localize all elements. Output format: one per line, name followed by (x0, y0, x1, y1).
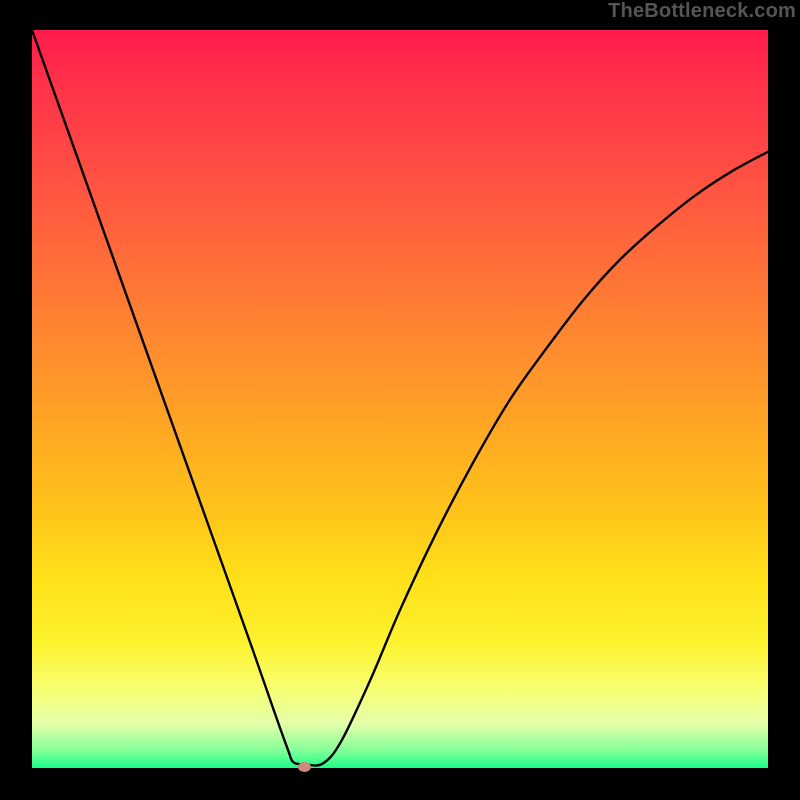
attribution-label: TheBottleneck.com (608, 0, 796, 23)
optimum-marker (298, 762, 311, 772)
chart-frame: TheBottleneck.com (0, 0, 800, 800)
curve-svg (32, 30, 768, 768)
curve-path (32, 30, 768, 766)
